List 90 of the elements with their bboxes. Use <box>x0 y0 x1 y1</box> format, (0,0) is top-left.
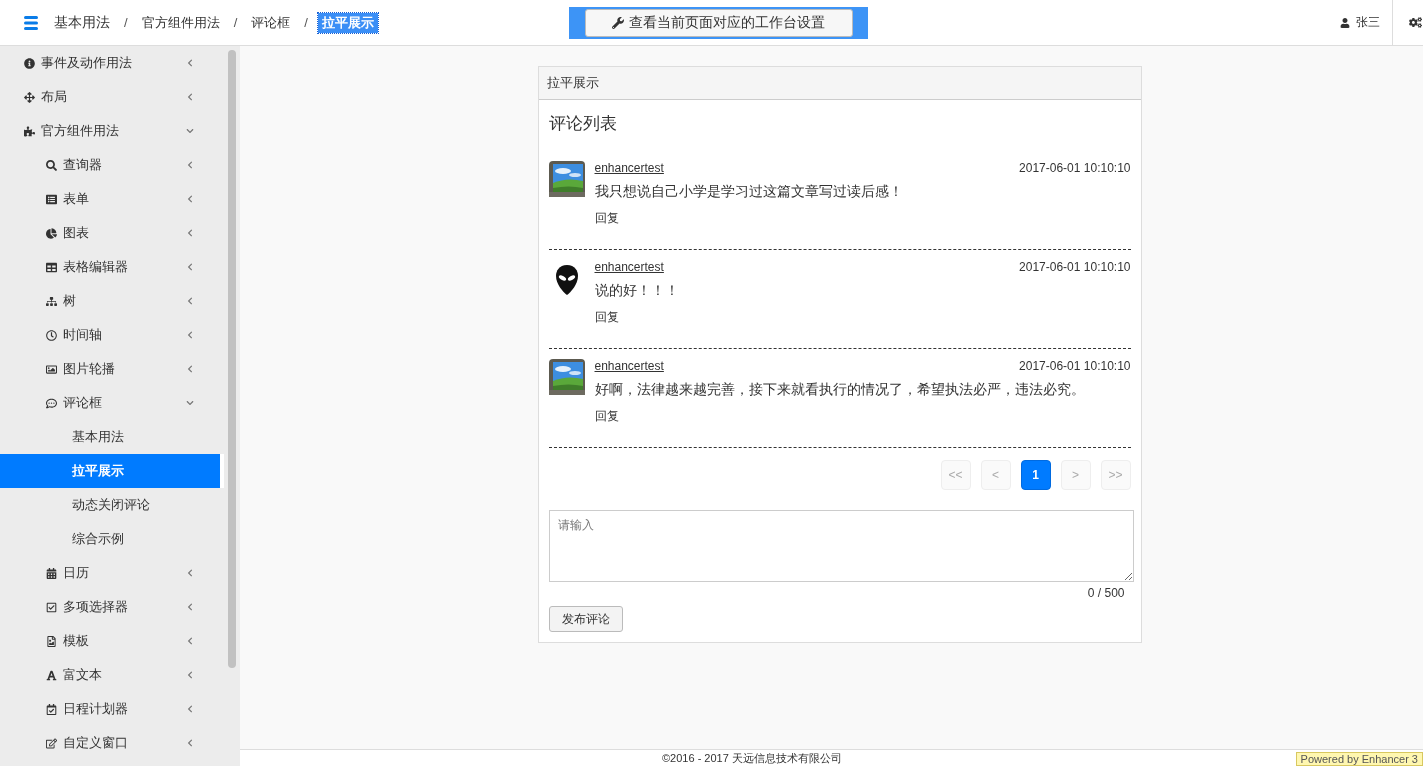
chevron-left-icon <box>186 569 194 577</box>
submit-comment-button[interactable]: 发布评论 <box>548 606 623 632</box>
section-heading: 评论列表 <box>548 113 618 135</box>
sidebar-item[interactable]: 官方组件用法 <box>0 114 224 148</box>
breadcrumb-separator: / <box>124 15 128 30</box>
chevron-left-icon <box>186 705 194 713</box>
menu-item-icon <box>46 737 57 749</box>
comment-text: 好啊，法律越来越完善，接下来就看执行的情况了，希望执法必严，违法必究。 <box>594 381 1086 399</box>
chevron-left-icon <box>186 195 194 203</box>
sidebar-item[interactable]: 图表 <box>0 216 224 250</box>
sidebar-item[interactable]: 布局 <box>0 80 224 114</box>
sidebar-item[interactable]: 动态关闭评论 <box>0 488 224 522</box>
sidebar-item[interactable]: 树 <box>0 284 224 318</box>
sidebar-item[interactable]: 查询器 <box>0 148 224 182</box>
menu-item-icon <box>46 159 57 171</box>
comment-time: 2017-06-01 10:10:10 <box>1019 359 1131 373</box>
menu-item-icon <box>46 363 57 375</box>
chevron-left-icon <box>186 671 194 679</box>
sidebar-item[interactable]: 拉平展示 <box>0 454 224 488</box>
workbench-settings-button[interactable]: 查看当前页面对应的工作台设置 <box>584 9 853 37</box>
username-link[interactable]: enhancertest <box>594 161 664 175</box>
username-link[interactable]: enhancertest <box>594 359 664 373</box>
breadcrumb-link[interactable]: 官方组件用法 <box>137 12 224 33</box>
sidebar-item[interactable]: 模板 <box>0 624 224 658</box>
settings-button[interactable] <box>1392 0 1423 45</box>
menu-item-icon <box>46 397 57 409</box>
chevron-left-icon <box>186 297 194 305</box>
chevron-left-icon <box>186 229 194 237</box>
alien-head-icon <box>554 264 579 296</box>
chevron-down-icon <box>186 399 194 407</box>
sidebar-item[interactable]: 多项选择器 <box>0 590 224 624</box>
breadcrumb-link[interactable]: 评论框 <box>247 12 295 33</box>
chevron-left-icon <box>186 263 194 271</box>
comment-input-field[interactable]: 请输入 <box>548 510 1134 582</box>
comment-text: 说的好！！！ <box>594 282 680 300</box>
settings-icon <box>1409 16 1422 29</box>
sidebar-item[interactable]: 时间轴 <box>0 318 224 352</box>
username-link[interactable]: enhancertest <box>594 260 664 274</box>
panel-title: 拉平展示 <box>538 67 1141 100</box>
user-menu[interactable]: 张三 <box>1328 14 1392 31</box>
menu-item-icon <box>46 635 57 647</box>
breadcrumb-separator: / <box>304 15 308 30</box>
sidebar-item[interactable]: 综合示例 <box>0 522 224 556</box>
chevron-left-icon <box>186 739 194 747</box>
chevron-left-icon <box>186 603 194 611</box>
breadcrumb-separator: / <box>233 15 238 30</box>
chevron-left-icon <box>186 161 194 169</box>
character-counter: 0 / 500 <box>1087 586 1125 600</box>
reply-link[interactable]: 回复 <box>594 310 619 324</box>
menu-item-icon <box>24 91 35 103</box>
copyright-text: ©2016 - 2017 天远信息技术有限公司 <box>662 750 842 766</box>
sidebar-item[interactable]: 日历 <box>0 556 224 590</box>
sidebar-item[interactable]: 评论框 <box>0 386 224 420</box>
chevron-left-icon <box>186 59 194 67</box>
menu-item-icon <box>46 703 57 715</box>
menu-item-icon <box>24 57 35 69</box>
page-button[interactable]: 1 <box>1020 460 1051 490</box>
sidebar-item[interactable]: 自定义窗口 <box>0 726 224 760</box>
comment-text: 我只想说自己小学是学习过这篇文章写过读后感！ <box>594 183 904 201</box>
powered-by-badge: Powered by Enhancer 3 <box>1295 752 1423 766</box>
reply-link[interactable]: 回复 <box>594 211 619 225</box>
scrollbar-thumb[interactable] <box>228 50 236 668</box>
comment-time: 2017-06-01 10:10:10 <box>1019 260 1131 274</box>
reply-link[interactable]: 回复 <box>594 409 619 423</box>
sidebar-item[interactable]: 事件及动作用法 <box>0 46 224 80</box>
chevron-left-icon <box>186 637 194 645</box>
menu-item-icon <box>46 669 57 681</box>
menu-icon[interactable] <box>24 15 38 30</box>
sidebar-item[interactable]: 表单 <box>0 182 224 216</box>
chevron-down-icon <box>186 127 194 135</box>
menu-item-icon <box>46 261 57 273</box>
sidebar-item[interactable]: 富文本 <box>0 658 224 692</box>
page-title: 基本用法 <box>54 13 110 32</box>
chevron-left-icon <box>186 331 194 339</box>
menu-item-icon <box>46 227 57 239</box>
chevron-left-icon <box>186 365 194 373</box>
wrench-icon <box>612 17 624 29</box>
menu-item-icon <box>46 601 57 613</box>
sidebar-item[interactable]: 图片轮播 <box>0 352 224 386</box>
menu-item-icon <box>46 567 57 579</box>
chevron-left-icon <box>186 93 194 101</box>
sidebar-item[interactable]: 基本用法 <box>0 420 224 454</box>
user-icon <box>1340 17 1350 28</box>
sidebar-item[interactable]: 日程计划器 <box>0 692 224 726</box>
menu-item-icon <box>46 295 57 307</box>
menu-item-icon <box>46 193 57 205</box>
menu-item-icon <box>46 329 57 341</box>
sidebar-item[interactable]: 表格编辑器 <box>0 250 224 284</box>
comment-time: 2017-06-01 10:10:10 <box>1019 161 1131 175</box>
menu-item-icon <box>24 125 35 137</box>
